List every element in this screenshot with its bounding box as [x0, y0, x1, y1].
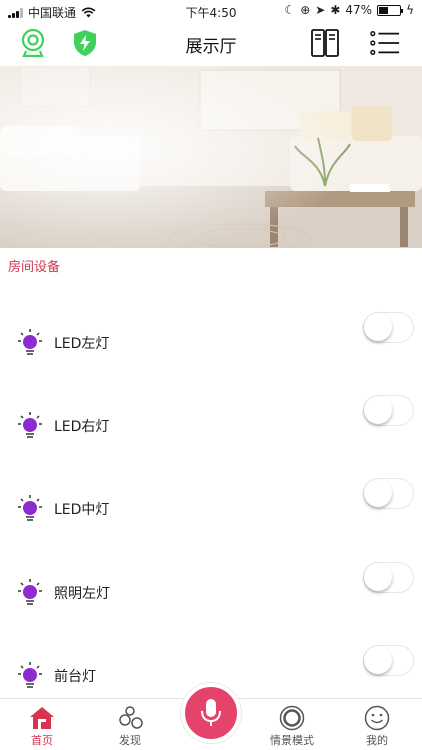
room-banner-image [0, 66, 422, 248]
tab-home[interactable]: 首页 [12, 704, 72, 748]
smiley-icon [364, 705, 390, 731]
device-name: 照明左灯 [54, 586, 110, 602]
device-name: LED中灯 [54, 502, 110, 518]
location-icon: ➤ [315, 3, 326, 17]
lock-rotation-icon: ⊕ [300, 3, 311, 17]
menu-list-icon[interactable] [370, 28, 400, 58]
status-right: ☾ ⊕ ➤ ✱ 47% ϟ [284, 3, 414, 17]
voice-mic-button[interactable] [181, 683, 241, 743]
device-row: LED中灯 [0, 478, 422, 538]
status-bar: 中国联通 下午4:50 ☾ ⊕ ➤ ✱ 47% ϟ [0, 0, 422, 22]
page-title: 展示厅 [185, 37, 237, 57]
tab-label: 首页 [31, 734, 53, 747]
bulb-icon [18, 412, 42, 438]
device-toggle[interactable] [363, 562, 414, 593]
bulb-icon [18, 495, 42, 521]
discover-icon [119, 706, 143, 729]
home-icon [30, 707, 54, 729]
tab-mine[interactable]: 我的 [347, 704, 407, 748]
tab-label: 情景模式 [270, 734, 314, 747]
moon-icon: ☾ [284, 3, 296, 17]
header: 展示厅 [0, 22, 422, 64]
device-toggle[interactable] [363, 312, 414, 343]
device-row: LED左灯 [0, 312, 422, 372]
toggle-knob [364, 646, 392, 674]
toggle-knob [364, 313, 392, 341]
tab-discover[interactable]: 发现 [100, 704, 160, 748]
bluetooth-icon: ✱ [330, 3, 341, 17]
charging-icon: ϟ [406, 3, 414, 17]
device-toggle[interactable] [363, 478, 414, 509]
bulb-icon [18, 662, 42, 688]
panel-switch-icon[interactable] [310, 28, 340, 58]
device-name: LED左灯 [54, 336, 110, 352]
device-toggle[interactable] [363, 395, 414, 426]
toggle-knob [364, 479, 392, 507]
section-label-room-devices: 房间设备 [8, 260, 61, 275]
tab-scene-mode[interactable]: 情景模式 [262, 704, 322, 748]
tab-label: 我的 [366, 734, 388, 747]
microphone-icon [201, 699, 221, 726]
tab-label: 发现 [119, 734, 141, 747]
battery-icon [377, 4, 404, 16]
toggle-knob [364, 563, 392, 591]
battery-percent: 47% [345, 3, 373, 17]
bulb-icon [18, 579, 42, 605]
bulb-icon [18, 329, 42, 355]
toggle-knob [364, 396, 392, 424]
device-name: 前台灯 [54, 669, 96, 685]
scene-mode-icon [279, 705, 305, 731]
device-row: 照明左灯 [0, 562, 422, 622]
device-toggle[interactable] [363, 645, 414, 676]
device-row: LED右灯 [0, 395, 422, 455]
device-name: LED右灯 [54, 419, 110, 435]
